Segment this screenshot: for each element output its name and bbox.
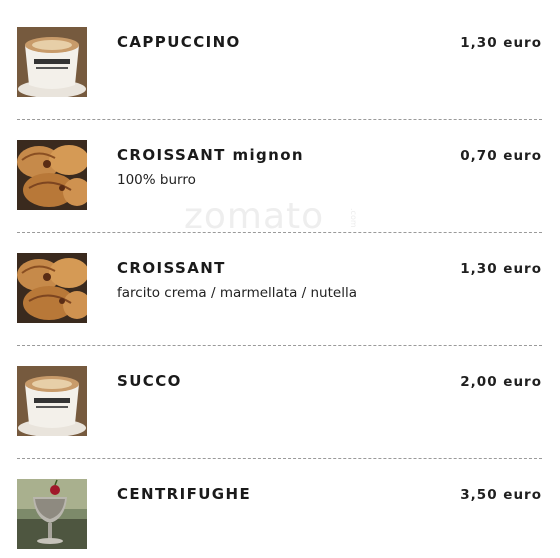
item-name: SUCCO [117,372,182,390]
menu-item[interactable]: CAPPUCCINO 1,30 euro [0,27,560,99]
cappuccino-cup-image [17,27,87,97]
divider [17,119,542,120]
item-name: CENTRIFUGHE [117,485,252,503]
item-name: CROISSANT [117,259,226,277]
item-price: 1,30 euro [460,261,542,277]
item-price: 0,70 euro [460,148,542,164]
menu-item[interactable]: CENTRIFUGHE 3,50 euro [0,479,560,551]
item-name: CROISSANT mignon [117,146,305,164]
item-price: 2,00 euro [460,374,542,390]
croissant-image [17,140,87,210]
menu-item[interactable]: CROISSANT mignon 100% burro 0,70 euro [0,140,560,212]
item-description: 100% burro [117,172,196,188]
goblet-drink-image [17,479,87,549]
menu-item[interactable]: CROISSANT farcito crema / marmellata / n… [0,253,560,325]
menu-item[interactable]: SUCCO 2,00 euro [0,366,560,438]
item-price: 1,30 euro [460,35,542,51]
cappuccino-cup-image [17,366,87,436]
croissant-image [17,253,87,323]
item-price: 3,50 euro [460,487,542,503]
divider [17,345,542,346]
divider [17,232,542,233]
item-name: CAPPUCCINO [117,33,241,51]
divider [17,458,542,459]
item-description: farcito crema / marmellata / nutella [117,285,357,301]
